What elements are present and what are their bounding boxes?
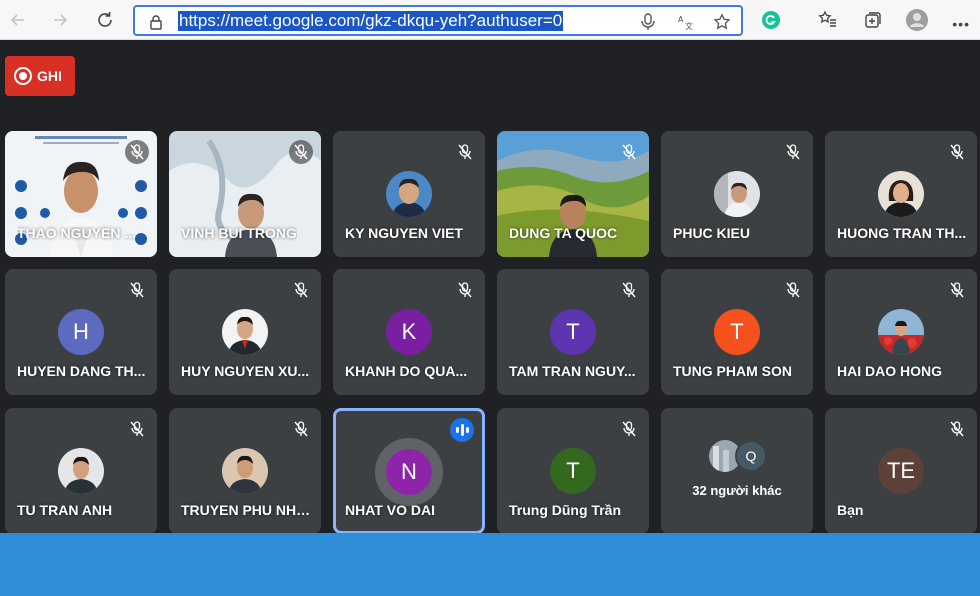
record-label: GHI	[37, 68, 62, 84]
participant-name: DUNG TA QUOC	[509, 225, 618, 241]
participant-name: Bạn	[837, 502, 864, 518]
participant-tile[interactable]: KY NGUYEN VIET	[333, 131, 485, 257]
svg-text:文: 文	[685, 21, 693, 31]
star-icon[interactable]	[711, 11, 733, 33]
lock-icon[interactable]	[145, 11, 167, 33]
participant-initial-avatar: T	[714, 309, 760, 355]
collections-icon[interactable]	[859, 6, 887, 34]
participant-initial-avatar: K	[386, 309, 432, 355]
participant-name: HUY NGUYEN XU...	[181, 363, 310, 379]
mic-off-icon	[289, 140, 313, 164]
mic-off-icon	[125, 417, 149, 441]
participant-tile[interactable]: THAO NGUYEN ...	[5, 131, 157, 257]
participant-name: TU TRAN ANH	[17, 502, 113, 518]
svg-text:A: A	[678, 15, 684, 24]
mic-off-icon	[945, 417, 969, 441]
participant-tile[interactable]: HUONG TRAN TH...	[825, 131, 977, 257]
participant-tile[interactable]: TU TRAN ANH	[5, 408, 157, 534]
participant-photo-avatar	[878, 309, 924, 355]
participant-photo-avatar	[386, 171, 432, 217]
mic-off-icon	[617, 140, 641, 164]
mic-off-icon	[289, 417, 313, 441]
participant-tile[interactable]: H HUYEN DANG TH...	[5, 269, 157, 395]
participant-photo-avatar	[878, 171, 924, 217]
grammarly-icon[interactable]	[757, 6, 785, 34]
others-initial-avatar: Q	[735, 440, 767, 472]
participant-name: HUONG TRAN TH...	[837, 225, 967, 241]
participant-name: TAM TRAN NGUY...	[509, 363, 636, 379]
self-tile[interactable]: TE Bạn	[825, 408, 977, 534]
url-text[interactable]: https://meet.google.com/gkz-dkqu-yeh?aut…	[178, 11, 564, 31]
mic-off-icon	[125, 140, 149, 164]
participant-initial-avatar: T	[550, 448, 596, 494]
forward-icon[interactable]	[46, 6, 74, 34]
participant-name: KY NGUYEN VIET	[345, 225, 463, 241]
mic-off-icon	[945, 278, 969, 302]
browser-toolbar: https://meet.google.com/gkz-dkqu-yeh?aut…	[0, 0, 980, 40]
mic-off-icon	[617, 417, 641, 441]
participant-tile[interactable]: T Trung Dũng Trần	[497, 408, 649, 534]
participant-tile[interactable]: HAI DAO HONG	[825, 269, 977, 395]
record-icon	[14, 67, 32, 85]
participant-tile[interactable]: HUY NGUYEN XU...	[169, 269, 321, 395]
address-bar[interactable]: https://meet.google.com/gkz-dkqu-yeh?aut…	[133, 5, 743, 36]
mic-off-icon	[781, 278, 805, 302]
participant-initial-avatar: T	[550, 309, 596, 355]
mic-off-icon	[781, 140, 805, 164]
participant-tile[interactable]: TRUYEN PHU NHAT	[169, 408, 321, 534]
participant-name: KHANH DO QUA...	[345, 363, 468, 379]
participant-tile[interactable]: K KHANH DO QUA...	[333, 269, 485, 395]
more-menu-icon[interactable]: •••	[952, 16, 970, 32]
participant-name: TRUYEN PHU NHAT	[181, 502, 313, 518]
participant-name: HUYEN DANG TH...	[17, 363, 146, 379]
back-icon[interactable]	[4, 6, 32, 34]
mic-off-icon	[125, 278, 149, 302]
participant-initial-avatar: N	[386, 449, 432, 495]
participant-tile[interactable]: PHUC KIEU	[661, 131, 813, 257]
speaking-indicator-icon	[450, 418, 474, 442]
bottom-bar	[0, 533, 980, 596]
participant-tile[interactable]: T TAM TRAN NGUY...	[497, 269, 649, 395]
participant-tile[interactable]: T TUNG PHAM SON	[661, 269, 813, 395]
participant-name: HAI DAO HONG	[837, 363, 942, 379]
participant-photo-avatar	[222, 309, 268, 355]
participant-tile[interactable]: VINH BUI TRONG	[169, 131, 321, 257]
record-button[interactable]: GHI	[5, 56, 75, 96]
mic-off-icon	[453, 140, 477, 164]
participant-photo-avatar	[222, 448, 268, 494]
mic-off-icon	[453, 278, 477, 302]
translate-icon[interactable]: A文	[675, 11, 697, 33]
participant-name: TUNG PHAM SON	[673, 363, 792, 379]
mic-off-icon	[617, 278, 641, 302]
participant-name: PHUC KIEU	[673, 225, 751, 241]
mic-off-icon	[945, 140, 969, 164]
participant-tile-active-speaker[interactable]: N NHAT VO DAI	[333, 408, 485, 534]
participant-initial-avatar: H	[58, 309, 104, 355]
participant-name: THAO NGUYEN ...	[17, 225, 137, 241]
participant-name: Trung Dũng Trần	[509, 502, 621, 518]
mic-off-icon	[289, 278, 313, 302]
participant-name: NHAT VO DAI	[345, 502, 435, 518]
microphone-icon[interactable]	[637, 11, 659, 33]
meet-stage: GHI THAO NGUYEN ... VINH BUI TRONG KY NG…	[0, 40, 980, 534]
participant-photo-avatar	[714, 171, 760, 217]
refresh-icon[interactable]	[91, 6, 119, 34]
participant-tile[interactable]: DUNG TA QUOC	[497, 131, 649, 257]
others-tile[interactable]: Q 32 người khác	[661, 408, 813, 534]
participant-initial-avatar: TE	[878, 448, 924, 494]
profile-avatar-icon[interactable]	[903, 6, 931, 34]
participant-photo-avatar	[58, 448, 104, 494]
participant-name: VINH BUI TRONG	[181, 225, 297, 241]
others-count-label: 32 người khác	[692, 483, 782, 498]
favorites-icon[interactable]	[814, 6, 842, 34]
